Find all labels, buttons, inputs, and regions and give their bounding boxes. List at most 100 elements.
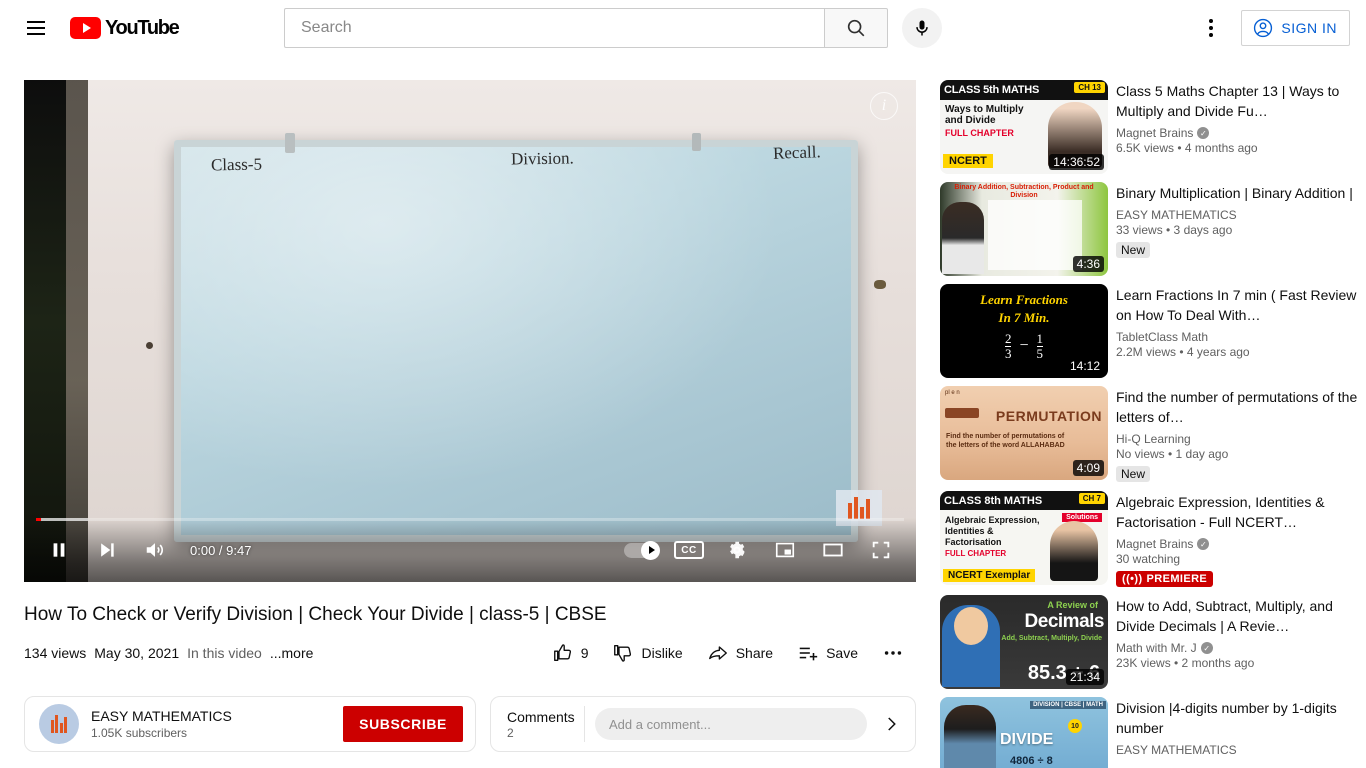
thumb-band-text: Binary Addition, Subtraction, Product an… <box>954 184 1094 199</box>
video-channel[interactable]: EASY MATHEMATICS <box>1116 208 1366 222</box>
channel-card[interactable]: EASY MATHEMATICS 1.05K subscribers SUBSC… <box>24 696 476 752</box>
thumb-presenter <box>944 705 996 768</box>
theater-mode-button[interactable] <box>810 527 856 573</box>
add-comment-input[interactable] <box>595 708 867 740</box>
miniplayer-icon <box>775 542 795 558</box>
masthead-left: YouTube <box>16 8 266 48</box>
list-item[interactable]: A Review of Decimals Add, Subtract, Mult… <box>940 595 1366 689</box>
comments-card[interactable]: Comments 2 <box>490 696 916 752</box>
video-stats: 33 views • 3 days ago <box>1116 223 1233 237</box>
verified-badge-icon: ✓ <box>1200 642 1213 654</box>
video-player[interactable]: Class-5 Division. Recall. i 0:00 / 9:47 … <box>24 80 916 582</box>
fullscreen-button[interactable] <box>858 527 904 573</box>
settings-menu-icon[interactable] <box>1191 8 1231 48</box>
video-duration: 14:36:52 <box>1049 154 1104 170</box>
share-label: Share <box>735 645 774 661</box>
like-button[interactable]: 9 <box>540 635 601 671</box>
channel-avatar[interactable] <box>39 704 79 744</box>
thumb-equation: 4806 ÷ 8 <box>1010 755 1053 767</box>
thumb-tag: DIVISION | CBSE | MATH <box>1030 701 1106 709</box>
thumb-line2: In 7 Min. <box>998 310 1050 325</box>
dislike-button[interactable]: Dislike <box>600 635 694 671</box>
thumb-line2: FULL CHAPTER <box>945 549 1007 558</box>
video-title[interactable]: Binary Multiplication | Binary Addition … <box>1116 183 1366 203</box>
video-channel[interactable]: Hi-Q Learning <box>1116 432 1366 446</box>
masthead: YouTube Search SIGN IN <box>0 0 1366 56</box>
list-item[interactable]: DIVISION | CBSE | MATH 10 DIVIDE 4806 ÷ … <box>940 697 1366 768</box>
account-circle-icon <box>1254 18 1273 38</box>
thumb-line1: Ways to Multiply and Divide <box>945 104 1024 126</box>
more-description-button[interactable]: ...more <box>270 645 314 661</box>
list-item[interactable]: CLASS 8th MATHS CH 7 Solutions Algebraic… <box>940 491 1366 587</box>
comments-count: 2 <box>507 725 514 740</box>
recommended-videos-list: CLASS 5th MATHS CH 13 Ways to Multiply a… <box>940 80 1366 768</box>
pause-button[interactable] <box>36 527 82 573</box>
search-input[interactable] <box>301 19 808 37</box>
verified-badge-icon: ✓ <box>1197 538 1210 550</box>
miniplayer-button[interactable] <box>762 527 808 573</box>
video-title[interactable]: Division |4-digits number by 1-digits nu… <box>1116 698 1366 738</box>
video-thumbnail[interactable]: CLASS 5th MATHS CH 13 Ways to Multiply a… <box>940 80 1108 174</box>
thumbs-down-icon <box>614 644 632 662</box>
list-item[interactable]: pl e n PERMUTATION Find the number of pe… <box>940 386 1366 483</box>
channel-name: Hi-Q Learning <box>1116 432 1191 446</box>
video-title[interactable]: Find the number of permutations of the l… <box>1116 387 1366 427</box>
subscribe-button[interactable]: SUBSCRIBE <box>343 706 463 742</box>
publish-date: May 30, 2021 <box>94 645 180 661</box>
whiteboard: Class-5 Division. Recall. <box>174 133 858 542</box>
view-count: 134 views <box>24 645 87 661</box>
list-item[interactable]: Binary Addition, Subtraction, Product an… <box>940 182 1366 276</box>
search-button[interactable] <box>824 8 888 48</box>
video-title[interactable]: Algebraic Expression, Identities & Facto… <box>1116 492 1366 532</box>
list-item[interactable]: Learn Fractions In 7 Min. 23 − 15 14:12 … <box>940 284 1366 378</box>
hamburger-menu-icon[interactable] <box>16 8 56 48</box>
progress-loaded <box>36 518 89 521</box>
channel-name[interactable]: EASY MATHEMATICS <box>91 708 232 724</box>
autoplay-toggle-button[interactable] <box>618 527 664 573</box>
progress-played <box>36 518 42 521</box>
thumb-tag <box>945 408 979 418</box>
whiteboard-clip-left <box>285 133 295 153</box>
subtitles-button[interactable]: CC <box>666 527 712 573</box>
video-thumbnail[interactable]: Binary Addition, Subtraction, Product an… <box>940 182 1108 276</box>
next-video-button[interactable] <box>84 527 130 573</box>
volume-button[interactable] <box>132 527 178 573</box>
save-button[interactable]: Save <box>785 635 870 671</box>
comments-title: Comments <box>507 708 575 725</box>
video-info-icon[interactable]: i <box>870 92 898 120</box>
youtube-logo[interactable]: YouTube <box>70 17 180 40</box>
search-icon <box>847 19 865 37</box>
sign-in-button[interactable]: SIGN IN <box>1241 10 1350 46</box>
video-thumbnail[interactable]: Learn Fractions In 7 Min. 23 − 15 14:12 <box>940 284 1108 378</box>
video-channel[interactable]: Magnet Brains ✓ <box>1116 126 1366 140</box>
settings-button[interactable] <box>714 527 760 573</box>
more-actions-button[interactable] <box>870 635 916 671</box>
progress-bar[interactable] <box>36 518 904 521</box>
video-channel[interactable]: EASY MATHEMATICS <box>1116 743 1366 757</box>
channel-name: EASY MATHEMATICS <box>1116 208 1237 222</box>
video-title[interactable]: Class 5 Maths Chapter 13 | Ways to Multi… <box>1116 81 1366 121</box>
voice-search-button[interactable] <box>902 8 942 48</box>
video-thumbnail[interactable]: DIVISION | CBSE | MATH 10 DIVIDE 4806 ÷ … <box>940 697 1108 768</box>
video-thumbnail[interactable]: CLASS 8th MATHS CH 7 Solutions Algebraic… <box>940 491 1108 585</box>
whiteboard-clip-right <box>692 133 701 151</box>
video-channel[interactable]: Math with Mr. J ✓ <box>1116 641 1366 655</box>
controls-right: CC <box>618 527 904 573</box>
video-duration: 4:09 <box>1072 460 1104 476</box>
whiteboard-glare <box>181 147 851 535</box>
video-thumbnail[interactable]: A Review of Decimals Add, Subtract, Mult… <box>940 595 1108 689</box>
video-title[interactable]: How to Add, Subtract, Multiply, and Divi… <box>1116 596 1366 636</box>
share-button[interactable]: Share <box>695 635 785 671</box>
thumb-footer: NCERT <box>943 154 993 168</box>
video-thumbnail[interactable]: pl e n PERMUTATION Find the number of pe… <box>940 386 1108 480</box>
video-channel[interactable]: TabletClass Math <box>1116 330 1366 344</box>
video-channel[interactable]: Magnet Brains ✓ <box>1116 537 1366 551</box>
search-box[interactable] <box>284 8 824 48</box>
thumb-band-text: CLASS 5th MATHS <box>944 84 1040 96</box>
player-controls[interactable]: 0:00 / 9:47 CC <box>24 518 916 582</box>
video-title[interactable]: Learn Fractions In 7 min ( Fast Review o… <box>1116 285 1366 325</box>
list-item[interactable]: CLASS 5th MATHS CH 13 Ways to Multiply a… <box>940 80 1366 174</box>
volume-on-icon <box>146 543 164 557</box>
wall-speck <box>874 280 886 289</box>
expand-comments-button[interactable] <box>877 715 905 733</box>
